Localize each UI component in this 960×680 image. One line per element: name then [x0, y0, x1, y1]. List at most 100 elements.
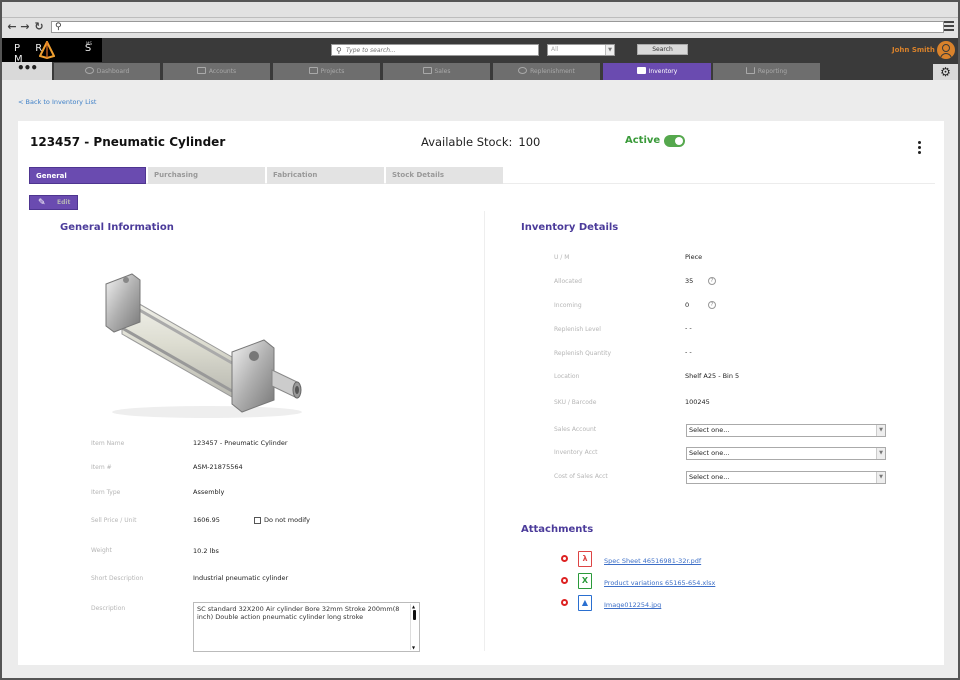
short-description-label: Short Description — [91, 575, 144, 582]
app-header: P R S M MS ⚲ All ▼ Search John Smith — [2, 38, 958, 65]
back-arrow-icon[interactable]: ← — [6, 21, 18, 33]
search-icon: ⚲ — [55, 22, 62, 32]
search-button[interactable]: Search — [637, 44, 688, 55]
user-avatar-icon[interactable] — [937, 41, 955, 59]
item-type-label: Item Type — [91, 489, 121, 496]
book-icon — [196, 67, 206, 74]
sales-account-select[interactable]: Select one... ▼ — [686, 424, 886, 437]
cost-of-sales-acct-select[interactable]: Select one... ▼ — [686, 471, 886, 484]
nav-tab-inventory[interactable]: Inventory — [603, 63, 712, 80]
nav-tab-label: Reporting — [757, 68, 788, 75]
logo-superscript: MS — [86, 41, 92, 46]
short-description-value: Industrial pneumatic cylinder — [193, 574, 289, 582]
nav-tab-label: Inventory — [648, 68, 678, 75]
folder-icon — [308, 67, 318, 74]
nav-tab-dashboard[interactable]: Dashboard — [54, 63, 161, 80]
user-name[interactable]: John Smith — [892, 46, 935, 54]
chevron-down-icon: ▼ — [876, 472, 885, 483]
remove-attachment-icon[interactable] — [561, 577, 568, 584]
nav-tab-label: Dashboard — [96, 68, 130, 75]
inventory-details-title: Inventory Details — [521, 222, 619, 233]
remove-attachment-icon[interactable] — [561, 599, 568, 606]
item-type-value: Assembly — [193, 488, 225, 496]
more-dots-icon[interactable]: ••• — [2, 62, 52, 80]
available-stock: Available Stock: 100 — [421, 135, 540, 149]
reload-icon[interactable]: ↻ — [33, 21, 45, 33]
back-to-inventory-link[interactable]: < Back to Inventory List — [18, 98, 96, 106]
description-textarea[interactable]: SC standard 32X200 Air cylinder Bore 32m… — [193, 602, 420, 652]
replenish-quantity-label: Replenish Quantity — [554, 350, 611, 357]
browser-toolbar: ← → ↻ ⚲ — [2, 18, 958, 38]
nav-tab-projects[interactable]: Projects — [273, 63, 381, 80]
help-icon[interactable]: ? — [708, 301, 716, 309]
prism-logo[interactable]: P R S M MS — [2, 38, 102, 65]
item-number-value: ASM-21875564 — [193, 463, 243, 471]
tab-general[interactable]: General — [29, 167, 146, 184]
active-toggle[interactable] — [664, 135, 685, 147]
tab-purchasing[interactable]: Purchasing — [148, 167, 265, 184]
global-search[interactable]: ⚲ — [331, 44, 539, 56]
help-icon[interactable]: ? — [708, 277, 716, 285]
search-scope-select[interactable]: All ▼ — [547, 44, 615, 56]
money-icon — [422, 67, 432, 74]
do-not-modify-checkbox[interactable] — [254, 517, 261, 524]
nav-tab-replenishment[interactable]: Replenishment — [493, 63, 601, 80]
chevron-down-icon: ▼ — [876, 425, 885, 436]
remove-attachment-icon[interactable] — [561, 555, 568, 562]
chevron-down-icon: ▼ — [605, 45, 614, 55]
um-label: U / M — [554, 254, 570, 261]
page-title: 123457 - Pneumatic Cylinder — [30, 135, 226, 149]
incoming-label: Incoming — [554, 302, 582, 309]
detail-tabs: General Purchasing Fabrication Stock Det… — [29, 167, 935, 184]
replenish-level-label: Replenish Level — [554, 326, 601, 333]
nav-tab-label: Accounts — [208, 68, 237, 75]
address-bar[interactable]: ⚲ — [51, 21, 944, 33]
bar-chart-icon — [745, 67, 755, 74]
replenish-level-value: - - — [685, 324, 692, 332]
scroll-down-icon[interactable]: ▼ — [412, 645, 415, 650]
nav-tab-accounts[interactable]: Accounts — [163, 63, 271, 80]
nav-tab-label: Replenishment — [530, 68, 575, 75]
more-options-icon[interactable] — [918, 141, 922, 155]
replenish-quantity-value: - - — [685, 348, 692, 356]
scroll-thumb[interactable] — [413, 610, 416, 620]
gear-icon[interactable]: ⚙ — [933, 64, 958, 80]
tab-fabrication[interactable]: Fabrication — [267, 167, 384, 184]
attachment-item: λ Spec Sheet 46516981-32r.pdf — [561, 551, 861, 569]
browser-titlebar — [2, 2, 958, 18]
allocated-label: Allocated — [554, 278, 582, 285]
box-icon — [636, 67, 646, 74]
weight-value: 10.2 lbs — [193, 547, 219, 555]
available-stock-label: Available Stock: — [421, 135, 513, 149]
available-stock-value: 100 — [518, 135, 541, 149]
inventory-acct-label: Inventory Acct — [554, 449, 598, 456]
column-divider — [484, 211, 485, 651]
status-label: Active — [625, 135, 661, 146]
attachment-link[interactable]: Product variations 65165-654.xlsx — [604, 579, 715, 587]
attachment-link[interactable]: Image012254.jpg — [604, 601, 661, 609]
nav-tab-sales[interactable]: Sales — [383, 63, 491, 80]
search-input[interactable] — [346, 45, 536, 55]
attachment-link[interactable]: Spec Sheet 46516981-32r.pdf — [604, 557, 701, 565]
main-nav: ••• Dashboard Accounts Projects Sales Re… — [2, 62, 958, 80]
description-scrollbar[interactable]: ▲ ▼ — [410, 604, 418, 650]
sku-label: SKU / Barcode — [554, 399, 597, 406]
pencil-icon: ✎ — [38, 198, 46, 208]
nav-tab-reporting[interactable]: Reporting — [713, 63, 821, 80]
browser-window: ← → ↻ ⚲ P R S M MS ⚲ All ▼ Search John S… — [0, 0, 960, 680]
description-label: Description — [91, 605, 126, 612]
edit-button[interactable]: ✎ Edit — [29, 195, 78, 210]
edit-label: Edit — [57, 199, 71, 206]
item-name-label: Item Name — [91, 440, 125, 447]
scroll-up-icon[interactable]: ▲ — [412, 604, 415, 609]
location-value: Shelf A25 - Bin 5 — [685, 372, 740, 380]
nav-tab-label: Sales — [434, 68, 451, 75]
browser-menu-icon[interactable] — [944, 21, 954, 31]
logo-triangle-icon — [39, 41, 55, 59]
attachments-title: Attachments — [521, 524, 594, 535]
tab-stock-details[interactable]: Stock Details — [386, 167, 503, 184]
inventory-acct-select[interactable]: Select one... ▼ — [686, 447, 886, 460]
attachment-item: ▲ Image012254.jpg — [561, 595, 861, 613]
forward-arrow-icon[interactable]: → — [19, 21, 31, 33]
sell-price-label: Sell Price / Unit — [91, 517, 137, 524]
